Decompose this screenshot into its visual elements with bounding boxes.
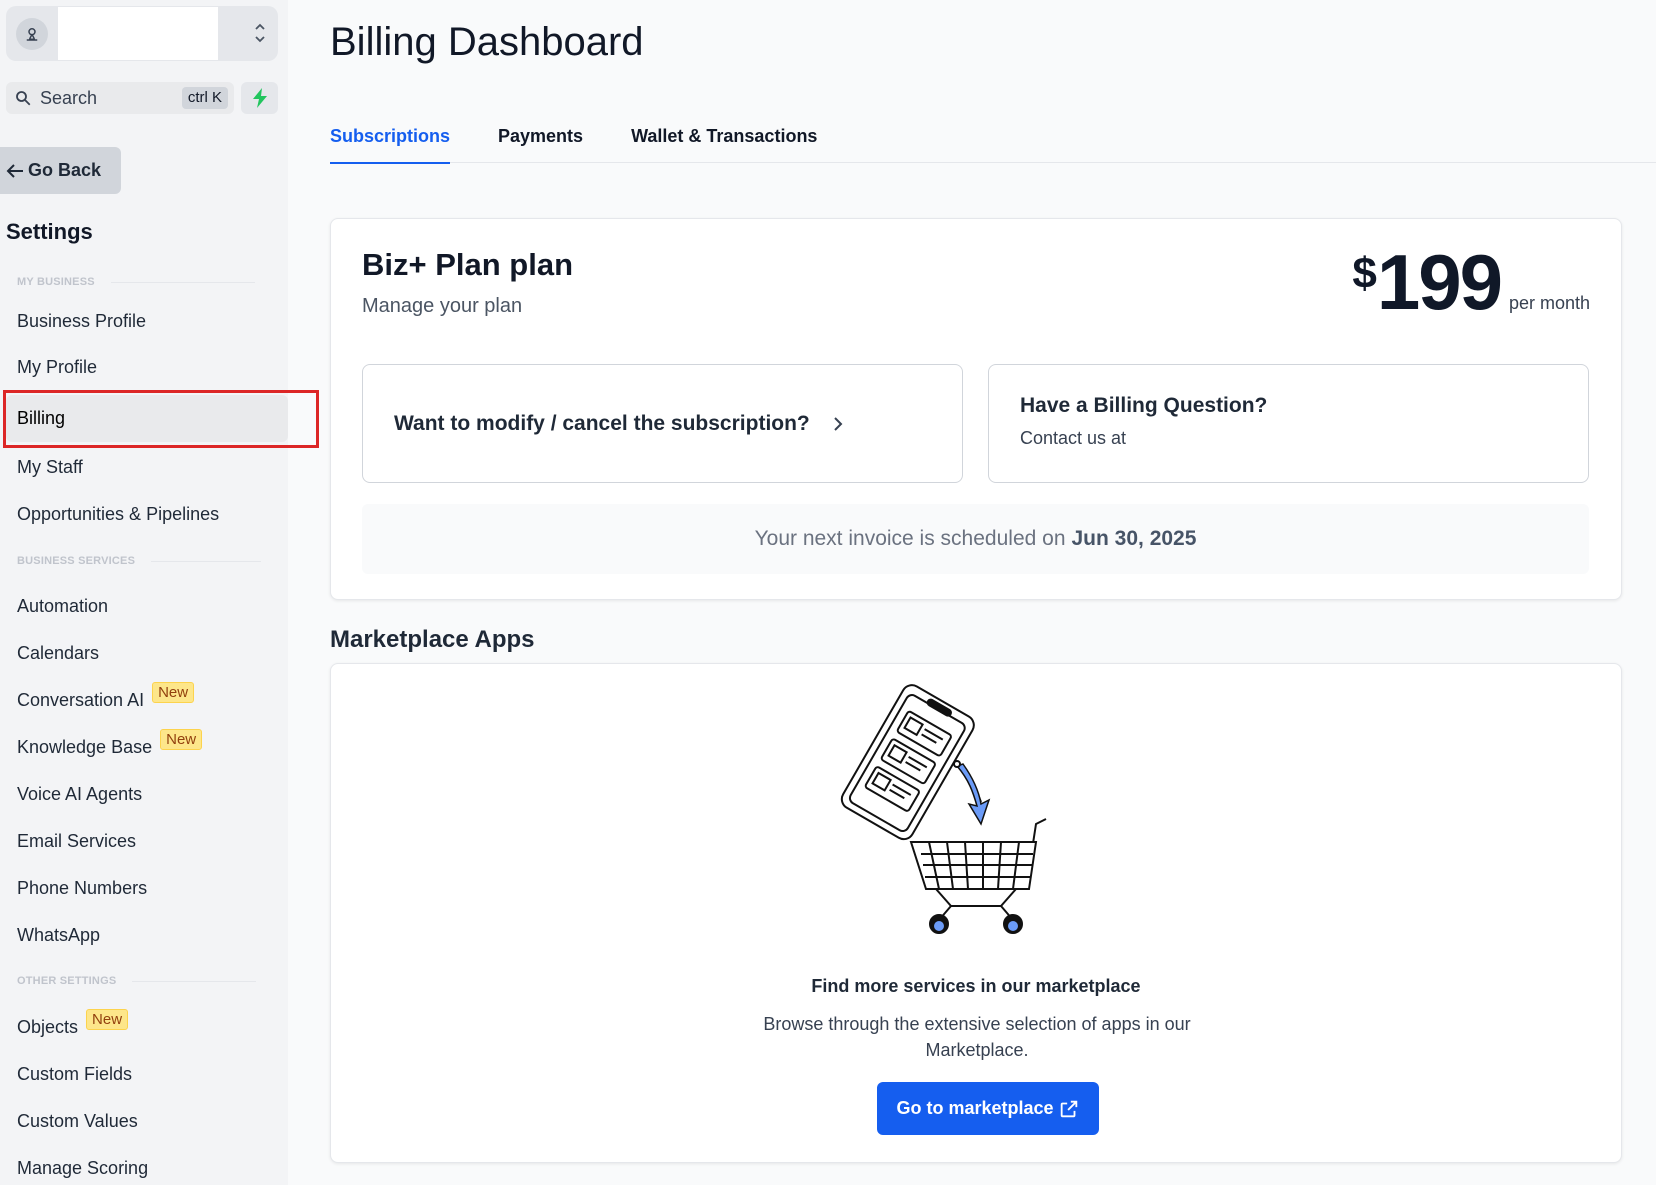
sidebar-item-label: Voice AI Agents <box>17 784 143 804</box>
section-business-services: BUSINESS SERVICES <box>17 555 262 567</box>
next-invoice-notice: Your next invoice is scheduled on Jun 30… <box>362 504 1589 574</box>
sidebar-item-label: Opportunities & Pipelines <box>17 504 220 524</box>
sidebar-item-business-profile[interactable]: Business Profile <box>17 311 146 332</box>
tab-wallet-transactions[interactable]: Wallet & Transactions <box>631 117 817 163</box>
modify-subscription-label: Want to modify / cancel the subscription… <box>394 411 810 435</box>
sidebar-item-my-profile[interactable]: My Profile <box>17 357 97 378</box>
settings-title: Settings <box>6 219 93 244</box>
marketplace-description: Browse through the extensive selection o… <box>763 1014 1191 1060</box>
go-back-button[interactable]: Go Back <box>0 147 121 194</box>
marketplace-title: Find more services in our marketplace <box>811 976 1141 996</box>
section-other-settings: OTHER SETTINGS <box>17 975 257 987</box>
sidebar-item-custom-values[interactable]: Custom Values <box>17 1111 138 1132</box>
sidebar-item-my-staff[interactable]: My Staff <box>17 457 83 478</box>
plan-subtitle: Manage your plan <box>362 295 523 317</box>
new-badge: New <box>152 682 195 703</box>
arrow-left-icon <box>6 163 23 178</box>
marketplace-illustration <box>840 684 1047 934</box>
sidebar-item-label: Conversation AI <box>17 690 145 710</box>
section-other-settings-label: OTHER SETTINGS <box>17 975 117 987</box>
sidebar-item-opportunities-pipelines[interactable]: Opportunities & Pipelines <box>17 504 219 525</box>
sidebar-item-label: Custom Values <box>17 1111 138 1131</box>
main-content: Billing Dashboard Subscriptions Payments… <box>288 0 1656 1185</box>
price-period: per month <box>1508 293 1590 313</box>
price-currency: $ <box>1352 249 1377 298</box>
sidebar-item-label: Calendars <box>17 643 100 663</box>
sidebar-item-label: Objects <box>17 1017 79 1037</box>
quick-actions-button[interactable] <box>241 82 278 114</box>
external-link-icon <box>1060 1100 1077 1117</box>
go-back-label: Go Back <box>28 160 102 180</box>
sidebar-item-manage-scoring[interactable]: Manage Scoring <box>17 1158 148 1179</box>
sidebar-item-label: Automation <box>17 596 109 616</box>
tab-payments[interactable]: Payments <box>498 117 583 163</box>
billing-question-contact: Contact us at <box>1020 428 1127 448</box>
page-title: Billing Dashboard <box>330 20 644 64</box>
invoice-date: Jun 30, 2025 <box>1071 527 1197 550</box>
sidebar-item-email-services[interactable]: Email Services <box>17 831 136 852</box>
section-my-business-label: MY BUSINESS <box>17 276 95 288</box>
sidebar-item-label: Knowledge Base <box>17 737 153 757</box>
sidebar-item-label: Phone Numbers <box>17 878 148 898</box>
sidebar-item-phone-numbers[interactable]: Phone Numbers <box>17 878 147 899</box>
sidebar-item-automation[interactable]: Automation <box>17 596 108 617</box>
new-badge: New <box>86 1009 129 1030</box>
sidebar-item-voice-ai-agents[interactable]: Voice AI Agents <box>17 784 142 805</box>
sidebar-item-conversation-ai[interactable]: Conversation AI New <box>17 682 195 711</box>
sidebar-item-custom-fields[interactable]: Custom Fields <box>17 1064 132 1085</box>
sidebar-item-knowledge-base[interactable]: Knowledge Base New <box>17 729 203 758</box>
sidebar-item-label: WhatsApp <box>17 925 101 945</box>
billing-question-title: Have a Billing Question? <box>1020 394 1268 417</box>
sidebar-item-calendars[interactable]: Calendars <box>17 643 99 664</box>
billing-highlight-box <box>3 390 319 448</box>
sidebar-item-label: My Profile <box>17 357 98 377</box>
section-my-business: MY BUSINESS <box>17 276 255 288</box>
section-business-services-label: BUSINESS SERVICES <box>17 555 136 567</box>
chevron-right-icon <box>834 416 843 431</box>
new-badge: New <box>160 729 203 750</box>
location-switcher[interactable] <box>6 6 278 61</box>
location-name-field[interactable] <box>58 7 218 60</box>
location-pin-icon <box>16 18 48 50</box>
sidebar-item-label: My Staff <box>17 457 83 477</box>
sidebar-item-whatsapp[interactable]: WhatsApp <box>17 925 100 946</box>
sidebar-item-objects[interactable]: Objects New <box>17 1009 129 1038</box>
bolt-icon <box>252 88 267 108</box>
tab-bar: Subscriptions Payments Wallet & Transact… <box>330 117 1656 164</box>
marketplace-card: Find more services in our marketplace Br… <box>330 663 1622 1163</box>
price-amount: 199 <box>1376 238 1503 326</box>
sidebar: Search ctrl K Go Back Settings MY BUSINE… <box>0 0 288 1185</box>
search-input[interactable]: Search ctrl K <box>6 82 234 114</box>
tab-subscriptions[interactable]: Subscriptions <box>330 117 451 164</box>
sidebar-item-label: Custom Fields <box>17 1064 133 1084</box>
sidebar-item-label: Business Profile <box>17 311 147 331</box>
go-to-marketplace-button[interactable]: Go to marketplace <box>877 1082 1099 1135</box>
invoice-text: Your next invoice is scheduled on <box>754 527 1066 550</box>
search-icon <box>16 91 31 106</box>
plan-name: Biz+ Plan plan <box>362 247 574 282</box>
sidebar-item-label: Manage Scoring <box>17 1158 149 1178</box>
sidebar-item-label: Email Services <box>17 831 137 851</box>
search-label: Search <box>40 87 98 108</box>
billing-question-card: Have a Billing Question? Contact us at <box>988 364 1589 483</box>
plan-price: $ 199 per month <box>1352 243 1590 321</box>
chevron-up-down-icon <box>248 18 272 48</box>
plan-card: Biz+ Plan plan Manage your plan $ 199 pe… <box>330 218 1622 600</box>
go-to-marketplace-label: Go to marketplace <box>896 1098 1054 1118</box>
search-shortcut-badge: ctrl K <box>181 87 228 109</box>
modify-subscription-card[interactable]: Want to modify / cancel the subscription… <box>362 364 963 483</box>
marketplace-heading: Marketplace Apps <box>330 626 535 653</box>
